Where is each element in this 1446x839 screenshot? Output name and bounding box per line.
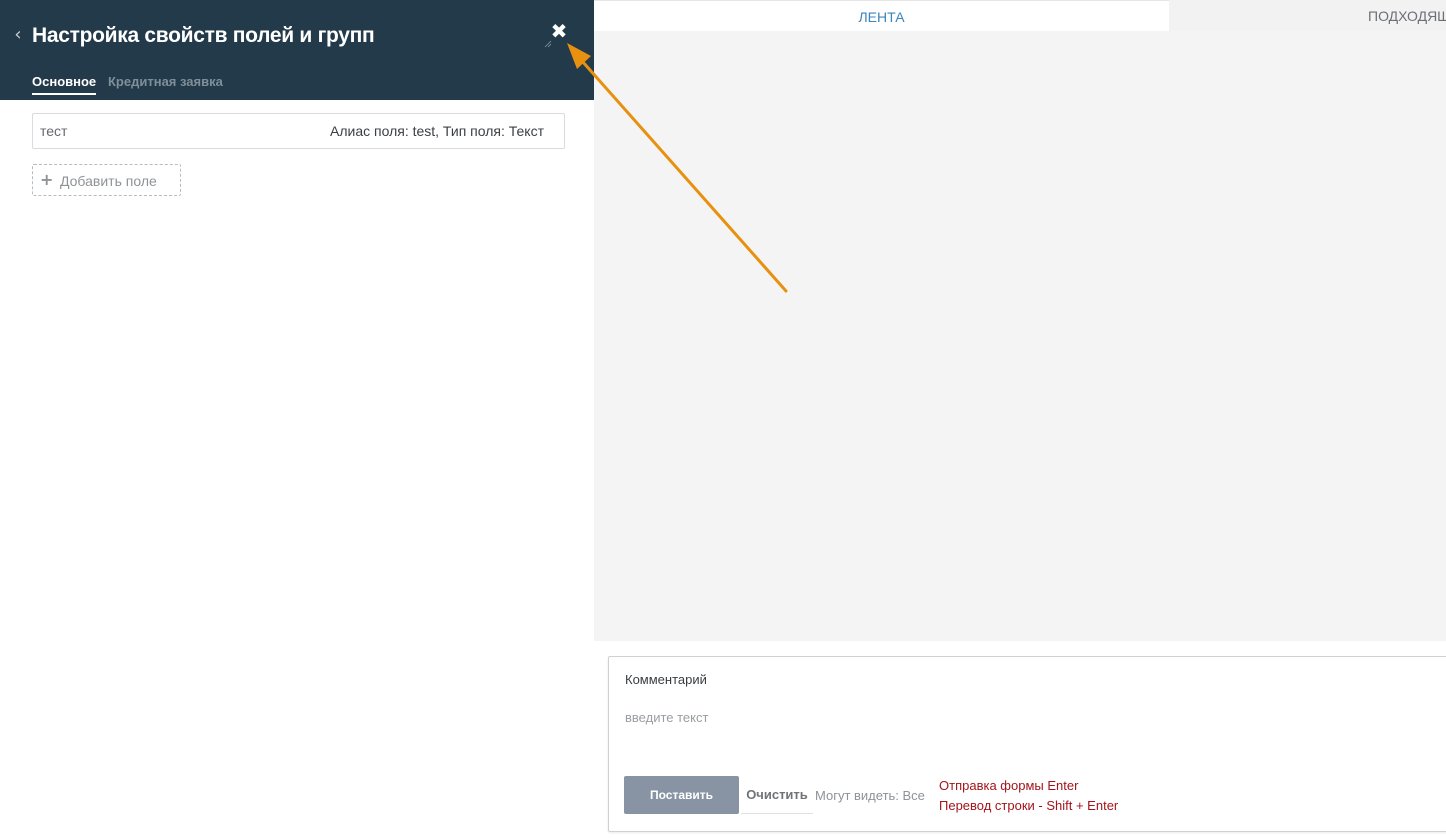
tab-main[interactable]: Основное xyxy=(32,72,97,95)
tab-matching[interactable]: ПОДХОДЯЩ xyxy=(1169,0,1446,31)
add-field-button[interactable]: + Добавить поле xyxy=(32,164,181,196)
right-content-area: ЛЕНТА ПОДХОДЯЩ Комментарий Поставить Очи… xyxy=(594,0,1446,839)
field-name: тест xyxy=(40,123,68,139)
close-icon[interactable]: ✖ xyxy=(549,20,569,42)
newline-hint: Перевод строки - Shift + Enter xyxy=(939,798,1119,813)
resize-handle-icon xyxy=(544,40,552,48)
field-settings-panel: ‹ Настройка свойств полей и групп ✖ Осно… xyxy=(0,0,594,839)
comment-form: Комментарий Поставить Очистить Могут вид… xyxy=(608,656,1446,832)
feed-area xyxy=(594,31,1446,641)
add-field-label: Добавить поле xyxy=(60,173,157,189)
field-row[interactable]: тест Алиас поля: test, Тип поля: Текст xyxy=(32,113,565,149)
submit-hint: Отправка формы Enter xyxy=(939,778,1079,793)
comment-label: Комментарий xyxy=(625,672,707,687)
clear-button[interactable]: Очистить xyxy=(741,776,813,814)
chevron-left-icon[interactable]: ‹ xyxy=(10,24,26,46)
tab-credit-application[interactable]: Кредитная заявка xyxy=(108,72,223,92)
top-tabs: ЛЕНТА ПОДХОДЯЩ xyxy=(594,0,1446,31)
panel-header: ‹ Настройка свойств полей и групп ✖ Осно… xyxy=(0,0,594,100)
post-button[interactable]: Поставить xyxy=(624,776,739,814)
panel-title: Настройка свойств полей и групп xyxy=(32,24,375,47)
field-meta: Алиас поля: test, Тип поля: Текст xyxy=(330,123,544,139)
plus-icon: + xyxy=(40,170,54,189)
comment-input[interactable] xyxy=(625,705,1325,729)
tab-feed[interactable]: ЛЕНТА xyxy=(594,0,1169,31)
visibility-text: Могут видеть: Все xyxy=(815,788,925,803)
